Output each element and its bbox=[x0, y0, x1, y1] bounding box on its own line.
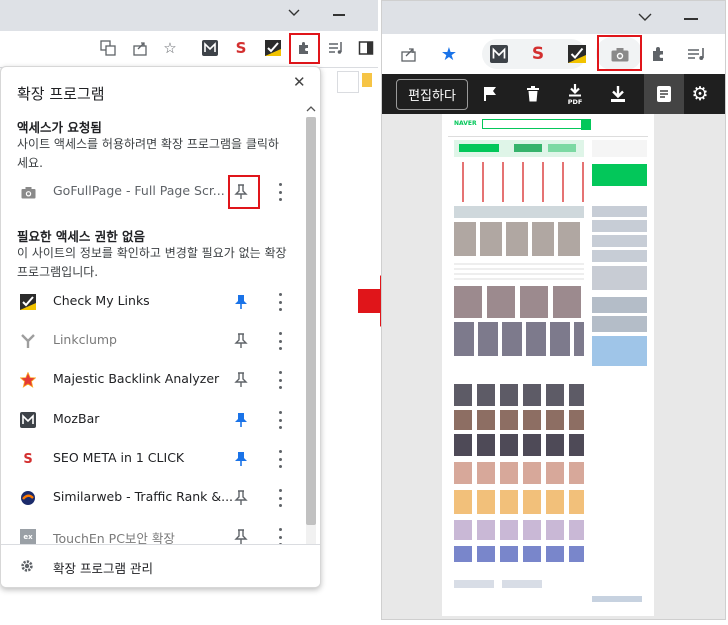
chevron-down-icon[interactable] bbox=[638, 12, 652, 22]
chevron-down-icon[interactable] bbox=[288, 8, 300, 18]
reading-list-icon[interactable] bbox=[325, 37, 347, 59]
popup-scrollbar[interactable] bbox=[304, 101, 316, 571]
bookmark-star-filled-icon[interactable]: ★ bbox=[438, 43, 460, 65]
gear-icon bbox=[21, 560, 33, 572]
mozbar-icon bbox=[20, 412, 36, 428]
pin-icon[interactable] bbox=[234, 490, 248, 506]
scrollbar-thumb[interactable] bbox=[306, 117, 316, 525]
mozbar-icon[interactable] bbox=[488, 43, 510, 65]
extension-row-majestic[interactable]: Majestic Backlink Analyzer bbox=[1, 362, 301, 400]
more-options-icon[interactable] bbox=[275, 183, 285, 201]
seo-meta-icon[interactable]: S bbox=[230, 37, 252, 59]
share-icon[interactable] bbox=[398, 43, 420, 65]
preview-search-box bbox=[482, 119, 582, 129]
extension-row-seo-meta[interactable]: S SEO META in 1 CLICK bbox=[1, 441, 301, 479]
manage-extensions-label: 확장 프로그램 관리 bbox=[53, 561, 153, 576]
translate-icon[interactable] bbox=[97, 37, 119, 59]
browser-toolbar: ★ S bbox=[382, 34, 725, 74]
extension-name: Linkclump bbox=[53, 332, 117, 347]
highlight-box bbox=[597, 35, 642, 71]
more-options-icon[interactable] bbox=[275, 293, 285, 311]
section-heading-access-requested: 액세스가 요청됨 bbox=[17, 120, 102, 135]
scroll-up-icon[interactable] bbox=[306, 105, 316, 113]
bookmark-folder-icon[interactable] bbox=[362, 73, 372, 87]
browser-titlebar bbox=[382, 1, 725, 34]
check-my-links-icon[interactable] bbox=[262, 37, 284, 59]
flag-icon[interactable] bbox=[479, 82, 501, 106]
majestic-star-icon bbox=[20, 372, 36, 388]
extension-name: Majestic Backlink Analyzer bbox=[53, 371, 220, 386]
minimize-icon[interactable] bbox=[333, 14, 345, 16]
download-image-icon[interactable] bbox=[606, 82, 630, 106]
trash-icon[interactable] bbox=[522, 82, 544, 106]
highlight-box bbox=[289, 33, 320, 64]
download-icon bbox=[569, 84, 581, 97]
naver-logo: NAVER bbox=[454, 120, 477, 127]
pin-icon[interactable] bbox=[234, 529, 248, 545]
check-my-links-icon[interactable] bbox=[566, 43, 588, 65]
extension-row-mozbar[interactable]: MozBar bbox=[1, 402, 301, 440]
check-my-links-icon bbox=[20, 294, 36, 310]
touchen-icon: ex bbox=[20, 529, 36, 545]
pin-icon[interactable] bbox=[234, 294, 248, 310]
section-description-access-requested: 사이트 액세스를 허용하려면 확장 프로그램을 클릭하세요. bbox=[17, 137, 279, 170]
more-options-icon[interactable] bbox=[275, 450, 285, 468]
seo-meta-icon: S bbox=[23, 451, 33, 467]
browser-toolbar: ☆ S bbox=[0, 31, 378, 68]
download-pdf-button[interactable]: PDF bbox=[562, 80, 588, 110]
pdf-label: PDF bbox=[567, 98, 583, 106]
pin-icon[interactable] bbox=[234, 372, 248, 388]
left-browser-screenshot: ☆ S 확장 프로그램 ✕ 액세스가 요청됨 사이트 액세스를 허용하려면 확장… bbox=[0, 0, 378, 625]
more-options-icon[interactable] bbox=[275, 371, 285, 389]
extension-name: GoFullPage - Full Page Scr... bbox=[53, 183, 225, 198]
bookmark-star-icon[interactable]: ☆ bbox=[159, 37, 181, 59]
extension-name: Check My Links bbox=[53, 293, 150, 308]
share-icon[interactable] bbox=[129, 37, 151, 59]
similarweb-icon bbox=[20, 490, 36, 506]
seo-meta-icon[interactable]: S bbox=[527, 43, 549, 65]
more-options-icon[interactable] bbox=[275, 332, 285, 350]
pin-icon[interactable] bbox=[234, 333, 248, 349]
more-options-icon[interactable] bbox=[275, 411, 285, 429]
highlight-box bbox=[228, 175, 260, 209]
extension-row-similarweb[interactable]: Similarweb - Traffic Rank &... bbox=[1, 480, 301, 518]
manage-extensions-row[interactable]: 확장 프로그램 관리 bbox=[1, 544, 320, 587]
extension-row-linkclump[interactable]: Linkclump bbox=[1, 323, 301, 361]
settings-gear-icon[interactable]: ⚙ bbox=[688, 82, 712, 106]
gofullpage-toolbar: 편집하다 PDF ⚙ bbox=[382, 74, 725, 114]
side-panel-icon[interactable] bbox=[355, 37, 377, 59]
minimize-icon[interactable] bbox=[684, 18, 698, 20]
extension-name: SEO META in 1 CLICK bbox=[53, 450, 185, 465]
reading-list-icon[interactable] bbox=[686, 43, 708, 65]
document-view-icon[interactable] bbox=[644, 74, 684, 114]
section-heading-no-access: 필요한 액세스 권한 없음 bbox=[17, 229, 146, 244]
popup-title: 확장 프로그램 bbox=[17, 85, 105, 103]
preview-footer bbox=[442, 574, 654, 616]
captured-page-thumbnail: NAVER bbox=[442, 114, 654, 574]
more-options-icon[interactable] bbox=[275, 489, 285, 507]
section-description-no-access: 이 사이트의 정보를 확인하고 변경할 필요가 없는 확장 프로그램입니다. bbox=[17, 246, 287, 279]
extension-name: Similarweb - Traffic Rank &... bbox=[53, 489, 234, 504]
edit-button[interactable]: 편집하다 bbox=[396, 79, 468, 110]
pin-icon[interactable] bbox=[234, 451, 248, 467]
screenshot-preview-area: NAVER bbox=[382, 114, 725, 619]
right-browser-screenshot: ★ S 편집하다 PDF ⚙ NAVER bbox=[381, 0, 726, 620]
extension-row-check-my-links[interactable]: Check My Links bbox=[1, 284, 301, 322]
mozbar-icon[interactable] bbox=[199, 37, 221, 59]
close-icon[interactable]: ✕ bbox=[293, 73, 306, 91]
extension-name: MozBar bbox=[53, 411, 100, 426]
camera-icon bbox=[20, 184, 36, 200]
pin-icon[interactable] bbox=[234, 412, 248, 428]
extensions-menu-popup: 확장 프로그램 ✕ 액세스가 요청됨 사이트 액세스를 허용하려면 확장 프로그… bbox=[0, 66, 321, 588]
page-field-fragment bbox=[337, 71, 359, 93]
extensions-puzzle-icon[interactable] bbox=[648, 43, 670, 65]
linkclump-icon bbox=[20, 333, 36, 349]
browser-titlebar bbox=[0, 0, 378, 31]
